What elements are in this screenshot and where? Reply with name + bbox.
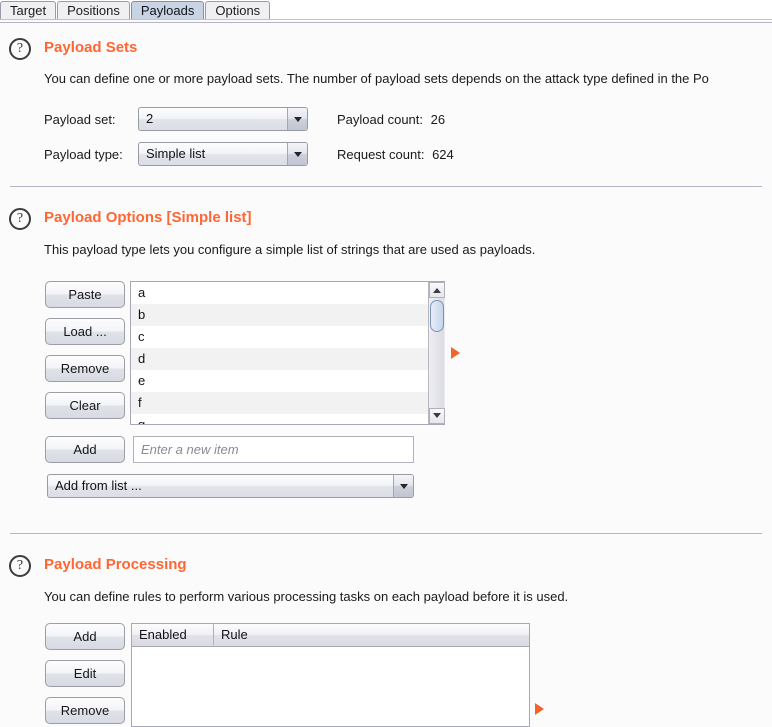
marker-arrow-icon [451,347,460,359]
payload-set-dropdown-button[interactable] [287,108,307,130]
chevron-down-icon [293,152,302,157]
payload-set-label: Payload set: [44,112,116,127]
payload-set-value: 2 [146,111,154,126]
request-count-label: Request count: [337,147,425,162]
help-icon[interactable]: ? [9,38,31,60]
request-count: Request count: 624 [337,147,454,162]
tab-positions[interactable]: Positions [57,1,130,19]
payload-list-scrollbar[interactable] [428,282,445,424]
payload-sets-description: You can define one or more payload sets.… [44,71,709,86]
payload-set-dropdown[interactable]: 2 [138,107,308,131]
payload-processing-title: Payload Processing [44,556,187,573]
payload-type-value: Simple list [146,146,206,161]
edit-rule-button[interactable]: Edit [45,660,125,687]
list-item[interactable]: g [131,414,444,424]
help-icon[interactable]: ? [9,555,31,577]
chevron-up-icon [433,288,441,293]
remove-button[interactable]: Remove [45,355,125,382]
payload-options-description: This payload type lets you configure a s… [44,242,536,257]
payload-count: Payload count: 26 [337,112,445,127]
payload-processing-description: You can define rules to perform various … [44,589,569,604]
list-item[interactable]: e [131,370,444,392]
payload-type-label: Payload type: [44,147,123,162]
chevron-down-icon [433,413,441,418]
help-icon[interactable]: ? [9,208,31,230]
payload-list-rows: a b c d e f g [131,282,444,424]
scrollbar-thumb[interactable] [430,300,444,332]
table-body[interactable] [132,647,529,726]
table-header: Enabled Rule [132,624,529,647]
remove-rule-button[interactable]: Remove [45,697,125,724]
tab-bar: Target Positions Payloads Options [0,0,772,20]
list-item[interactable]: b [131,304,444,326]
tab-target-label: Target [10,3,47,18]
tab-options-label: Options [215,3,261,18]
clear-button[interactable]: Clear [45,392,125,419]
list-item[interactable]: d [131,348,444,370]
list-item[interactable]: a [131,282,444,304]
add-rule-button[interactable]: Add [45,623,125,650]
payload-sets-title: Payload Sets [44,39,138,56]
paste-button[interactable]: Paste [45,281,125,308]
chevron-down-icon [293,117,302,122]
tab-strip: Target Positions Payloads Options [0,0,271,19]
marker-arrow-icon [535,703,544,715]
new-item-input[interactable] [133,436,414,463]
tab-payloads-label: Payloads [140,3,195,18]
add-from-list-dropdown[interactable]: Add from list ... [47,474,414,498]
tab-payloads[interactable]: Payloads [130,1,205,19]
load-button[interactable]: Load ... [45,318,125,345]
section-divider-1 [10,186,762,187]
payload-type-dropdown-button[interactable] [287,143,307,165]
scroll-down-button[interactable] [429,408,445,424]
list-item[interactable]: c [131,326,444,348]
payload-count-label: Payload count: [337,112,424,127]
scroll-up-button[interactable] [429,282,445,298]
column-header-enabled[interactable]: Enabled [132,624,214,645]
payload-count-value: 26 [430,112,446,127]
request-count-value: 624 [432,147,454,162]
add-from-list-value: Add from list ... [55,478,142,493]
section-divider-2 [10,533,762,534]
add-from-list-dropdown-button[interactable] [393,475,413,497]
payload-list-box[interactable]: a b c d e f g [130,281,445,425]
tab-options[interactable]: Options [205,1,271,19]
tab-target[interactable]: Target [0,1,57,19]
payload-processing-table[interactable]: Enabled Rule [131,623,530,727]
tab-positions-label: Positions [67,3,120,18]
add-payload-button[interactable]: Add [45,436,125,463]
payload-type-dropdown[interactable]: Simple list [138,142,308,166]
column-header-rule[interactable]: Rule [214,624,529,645]
tab-bar-underline [0,19,772,23]
list-item[interactable]: f [131,392,444,414]
payload-options-title: Payload Options [Simple list] [44,209,252,226]
chevron-down-icon [399,484,408,489]
